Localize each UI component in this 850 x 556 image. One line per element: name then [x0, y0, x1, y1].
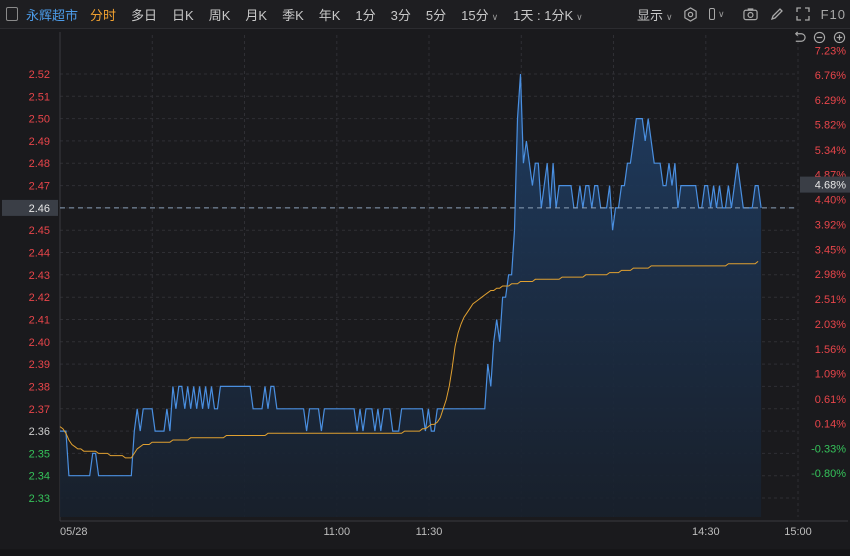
display-menu-label: 显示 [636, 7, 663, 23]
undo-icon[interactable] [792, 30, 806, 44]
range-selector-label: 1天 : 1分K [513, 7, 574, 23]
range-selector[interactable]: 1天 : 1分K ∨ [513, 5, 583, 24]
bottom-status-strip [0, 549, 850, 556]
percent-tick-label: 6.29% [815, 95, 846, 107]
settings-icon[interactable] [683, 6, 699, 22]
percent-tick-label: 4.68% [815, 180, 846, 192]
price-tick-label: 2.42 [29, 292, 50, 304]
price-tick-label: 2.52 [29, 69, 50, 81]
price-tick-label: 2.45 [29, 225, 50, 237]
period-tab-intraday[interactable]: 分时 [90, 5, 116, 24]
period-tab-3min[interactable]: 3分 [391, 5, 411, 24]
price-tick-label: 2.46 [29, 203, 50, 215]
price-tick-label: 2.47 [29, 181, 50, 193]
percent-tick-label: -0.33% [811, 444, 846, 456]
toolbar-left: 永辉超市 分时 多日 日K 周K 月K 季K 年K 1分 3分 5分 15分 ∨ … [0, 0, 598, 28]
price-tick-label: 2.37 [29, 404, 50, 416]
period-tab-yearly[interactable]: 年K [319, 5, 341, 24]
camera-icon[interactable] [743, 6, 759, 22]
intraday-chart[interactable]: 2.52 2.51 2.50 2.49 2.48 2.47 2.46 2.45 2.44 2.43… [0, 0, 850, 556]
percent-tick-label: 2.51% [815, 294, 846, 306]
toolbar-right: 显示 ∨ ∨ F10 [637, 0, 846, 28]
percent-tick-label: -0.80% [811, 468, 846, 480]
percent-tick-label: 3.45% [815, 244, 846, 256]
percent-tick-label: 6.76% [815, 70, 846, 82]
panel-toggle-icon[interactable] [6, 7, 18, 21]
price-tick-label: 2.41 [29, 315, 50, 327]
time-tick-label: 11:00 [323, 526, 350, 538]
percent-tick-label: 0.61% [815, 394, 846, 406]
price-tick-label: 2.38 [29, 381, 50, 393]
chevron-down-icon: ∨ [666, 11, 673, 22]
percent-tick-label: 1.09% [815, 369, 846, 381]
price-tick-label: 2.50 [29, 114, 50, 126]
percent-tick-label: 3.92% [815, 220, 846, 232]
percent-tick-label: 4.40% [815, 194, 846, 206]
checkbox-icon[interactable]: ∨ [708, 6, 725, 22]
price-tick-label: 2.39 [29, 359, 50, 371]
price-tick-label: 2.49 [29, 136, 50, 148]
price-tick-label: 2.43 [29, 270, 50, 282]
period-tab-15min-label: 15分 [461, 7, 489, 23]
price-tick-label: 2.34 [29, 471, 50, 483]
chart-sub-tools [792, 30, 846, 44]
percent-tick-label: 7.23% [815, 45, 846, 57]
chart-toolbar: 永辉超市 分时 多日 日K 周K 月K 季K 年K 1分 3分 5分 15分 ∨ … [0, 0, 850, 29]
period-tab-quarterly[interactable]: 季K [282, 5, 304, 24]
price-tick-label: 2.33 [29, 493, 50, 505]
time-tick-label: 05/28 [60, 526, 88, 538]
percent-tick-label: 2.03% [815, 319, 846, 331]
time-tick-label: 11:30 [416, 526, 443, 538]
period-tab-5min[interactable]: 5分 [426, 5, 446, 24]
percent-tick-label: 2.98% [815, 269, 846, 281]
time-tick-label: 15:00 [784, 526, 812, 538]
price-tick-label: 2.40 [29, 337, 50, 349]
period-tab-daily[interactable]: 日K [172, 5, 194, 24]
percent-tick-label: 1.56% [815, 344, 846, 356]
period-tab-multiday[interactable]: 多日 [131, 5, 157, 24]
price-tick-label: 2.51 [29, 91, 50, 103]
price-tick-label: 2.44 [29, 248, 50, 260]
period-tab-monthly[interactable]: 月K [245, 5, 267, 24]
fullscreen-icon[interactable] [795, 6, 811, 22]
period-tab-1min[interactable]: 1分 [355, 5, 375, 24]
price-tick-label: 2.35 [29, 448, 50, 460]
price-tick-label: 2.48 [29, 158, 50, 170]
period-tab-weekly[interactable]: 周K [209, 5, 231, 24]
zoom-in-icon[interactable] [832, 30, 846, 44]
pencil-icon[interactable] [769, 6, 785, 22]
display-menu[interactable]: 显示 ∨ [637, 5, 673, 24]
f10-button[interactable]: F10 [821, 7, 846, 22]
percent-axis: 7.23%6.76%6.29%5.82%5.34%4.87%4.68%4.40%… [800, 45, 850, 480]
chevron-down-icon: ∨ [491, 11, 499, 22]
zoom-out-icon[interactable] [812, 30, 826, 44]
period-tab-15min[interactable]: 15分 ∨ [461, 5, 498, 24]
percent-tick-label: 5.34% [815, 145, 846, 157]
percent-tick-label: 5.82% [815, 120, 846, 132]
price-tick-label: 2.36 [29, 426, 50, 438]
time-tick-label: 14:30 [692, 526, 720, 538]
stock-name[interactable]: 永辉超市 [26, 5, 78, 24]
chevron-down-icon: ∨ [576, 11, 583, 22]
time-axis: 05/28 11:00 11:30 14:30 15:00 [60, 526, 812, 538]
percent-tick-label: 0.14% [815, 419, 846, 431]
price-axis: 2.52 2.51 2.50 2.49 2.48 2.47 2.46 2.45 2.44 2.43… [2, 69, 58, 505]
